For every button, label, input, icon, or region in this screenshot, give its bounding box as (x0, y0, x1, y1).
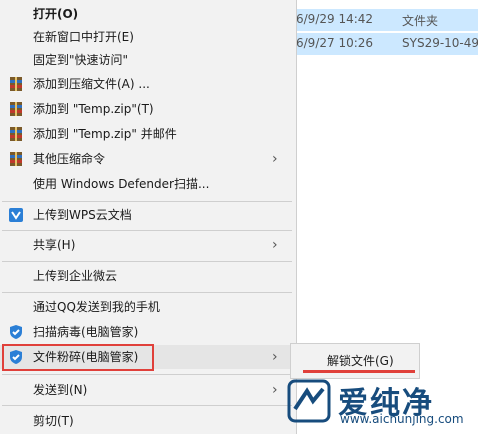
menu-item-label: 扫描病毒(电脑管家) (33, 325, 139, 339)
menu-item-label: 固定到"快速访问" (33, 53, 129, 67)
submenu: 解锁文件(G) (290, 343, 420, 379)
menu-item-label: 其他压缩命令 (33, 152, 106, 166)
row2-type: SYS29-10-49 (402, 36, 478, 50)
menu-separator (2, 292, 292, 293)
menu-item-scan-virus[interactable]: 扫描病毒(电脑管家) (0, 320, 296, 344)
row2-date: 6/9/27 10:26 (296, 36, 374, 50)
watermark-url: www.aichunjing.com (340, 412, 464, 426)
menu-separator (2, 261, 292, 262)
menu-separator (2, 405, 292, 406)
row1-date: 6/9/29 14:42 (296, 12, 374, 26)
menu-item-defender-scan[interactable]: 使用 Windows Defender扫描... (0, 172, 296, 196)
brand-logo-icon (287, 379, 331, 423)
menu-item-share[interactable]: 共享(H) › (0, 233, 296, 257)
archive-icon (10, 152, 22, 166)
menu-item-add-to-archive[interactable]: 添加到压缩文件(A) ... (0, 72, 296, 96)
menu-item-upload-wps[interactable]: 上传到WPS云文档 (0, 203, 296, 227)
highlight-box (2, 344, 154, 371)
menu-item-open-new-window[interactable]: 在新窗口中打开(E) (0, 25, 296, 49)
menu-item-label: 在新窗口中打开(E) (33, 30, 134, 44)
archive-icon (10, 127, 22, 141)
menu-item-label: 上传到WPS云文档 (33, 208, 132, 222)
menu-item-other-compress[interactable]: 其他压缩命令 › (0, 147, 296, 171)
menu-item-cut[interactable]: 剪切(T) (0, 409, 296, 433)
menu-separator (2, 374, 292, 375)
chevron-right-icon: › (272, 237, 278, 253)
menu-item-label: 发送到(N) (33, 383, 88, 397)
row1-type: 文件夹 (402, 14, 439, 28)
menu-item-open[interactable]: 打开(O) (0, 2, 296, 26)
chevron-right-icon: › (272, 349, 278, 365)
menu-item-label: 使用 Windows Defender扫描... (33, 177, 210, 191)
chevron-right-icon: › (272, 151, 278, 167)
menu-item-label: 通过QQ发送到我的手机 (33, 300, 160, 314)
menu-separator (2, 230, 292, 231)
menu-item-label: 添加到压缩文件(A) ... (33, 77, 150, 91)
archive-icon (10, 102, 22, 116)
menu-item-pin-quick-access[interactable]: 固定到"快速访问" (0, 48, 296, 72)
highlight-underline (303, 370, 415, 373)
menu-item-upload-enterprise[interactable]: 上传到企业微云 (0, 264, 296, 288)
menu-item-label: 剪切(T) (33, 414, 74, 428)
menu-item-label: 添加到 "Temp.zip"(T) (33, 102, 154, 116)
menu-item-label: 添加到 "Temp.zip" 并邮件 (33, 127, 177, 141)
submenu-item-unlock-file[interactable]: 解锁文件(G) (327, 352, 394, 369)
menu-item-send-qq[interactable]: 通过QQ发送到我的手机 (0, 295, 296, 319)
menu-separator (2, 201, 292, 202)
wps-cloud-icon (9, 208, 23, 222)
shield-icon (10, 325, 22, 339)
menu-item-add-to-temp-zip-email[interactable]: 添加到 "Temp.zip" 并邮件 (0, 122, 296, 146)
chevron-right-icon: › (272, 382, 278, 398)
menu-item-label: 打开(O) (33, 7, 79, 21)
menu-item-label: 共享(H) (33, 238, 76, 252)
archive-icon (10, 77, 22, 91)
menu-item-label: 上传到企业微云 (33, 269, 118, 283)
menu-item-send-to[interactable]: 发送到(N) › (0, 378, 296, 402)
menu-item-add-to-temp-zip[interactable]: 添加到 "Temp.zip"(T) (0, 97, 296, 121)
